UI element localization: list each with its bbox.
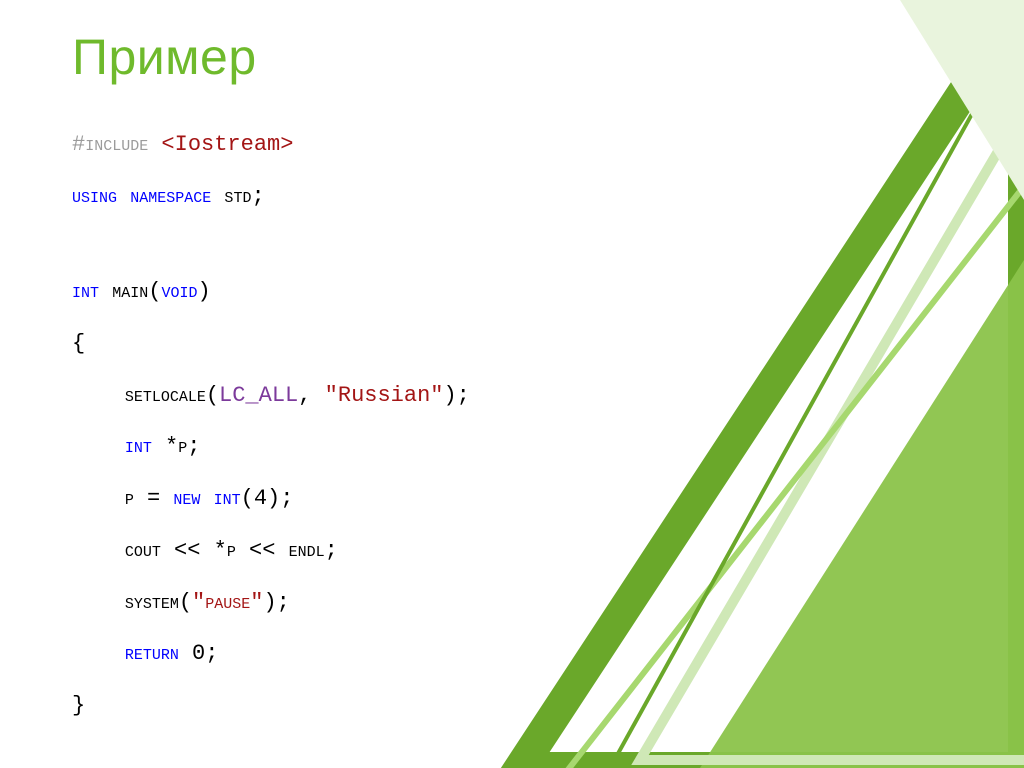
code-line: using namespace std; <box>72 182 470 212</box>
fn: setlocale <box>125 383 206 408</box>
constant: LC_ALL <box>219 383 298 408</box>
code-line: setlocale(LC_ALL, "Russian"); <box>72 381 470 411</box>
code-line: { <box>72 329 470 359</box>
punct: ) <box>197 279 210 304</box>
keyword: using <box>72 184 117 209</box>
code-line: system("pause"); <box>72 588 470 618</box>
slide-title: Пример <box>72 28 257 86</box>
rest: *p; <box>152 434 201 459</box>
punct: ); <box>443 383 469 408</box>
code-line: #include <iostream> <box>72 130 470 160</box>
code-block: #include <iostream> using namespace std;… <box>72 130 470 743</box>
code-line: return 0; <box>72 639 470 669</box>
slide: Пример #include <iostream> using namespa… <box>0 0 1024 768</box>
punct: , <box>298 383 324 408</box>
keyword: int <box>72 279 99 304</box>
identifier: std <box>211 184 251 209</box>
identifier: main <box>99 279 148 304</box>
string: "pause" <box>192 590 263 615</box>
assign: p = <box>125 486 174 511</box>
indent <box>72 434 125 459</box>
punct: ( <box>179 590 192 615</box>
code-line: cout << *p << endl; <box>72 536 470 566</box>
keyword: void <box>161 279 197 304</box>
space <box>200 486 213 511</box>
code-line: p = new int(4); <box>72 484 470 514</box>
preprocessor: #include <box>72 132 161 157</box>
rest: (4); <box>241 486 294 511</box>
punct: ( <box>148 279 161 304</box>
keyword: return <box>125 641 179 666</box>
statement: cout << *p << endl; <box>125 538 338 563</box>
indent <box>72 486 125 511</box>
fn: system <box>125 590 179 615</box>
keyword: namespace <box>130 184 211 209</box>
rest: 0; <box>179 641 219 666</box>
include-header: <iostream> <box>161 132 293 157</box>
code-line: int main(void) <box>72 277 470 307</box>
string: "Russian" <box>325 383 444 408</box>
indent <box>72 590 125 615</box>
brace: } <box>72 693 85 718</box>
code-line: int *p; <box>72 432 470 462</box>
code-line: } <box>72 691 470 721</box>
keyword: int <box>125 434 152 459</box>
blank-line <box>72 233 470 255</box>
punct: ( <box>206 383 219 408</box>
punct: ); <box>263 590 289 615</box>
indent <box>72 641 125 666</box>
indent <box>72 538 125 563</box>
keyword: int <box>214 486 241 511</box>
indent <box>72 383 125 408</box>
brace: { <box>72 331 85 356</box>
keyword: new <box>173 486 200 511</box>
punct: ; <box>251 184 264 209</box>
